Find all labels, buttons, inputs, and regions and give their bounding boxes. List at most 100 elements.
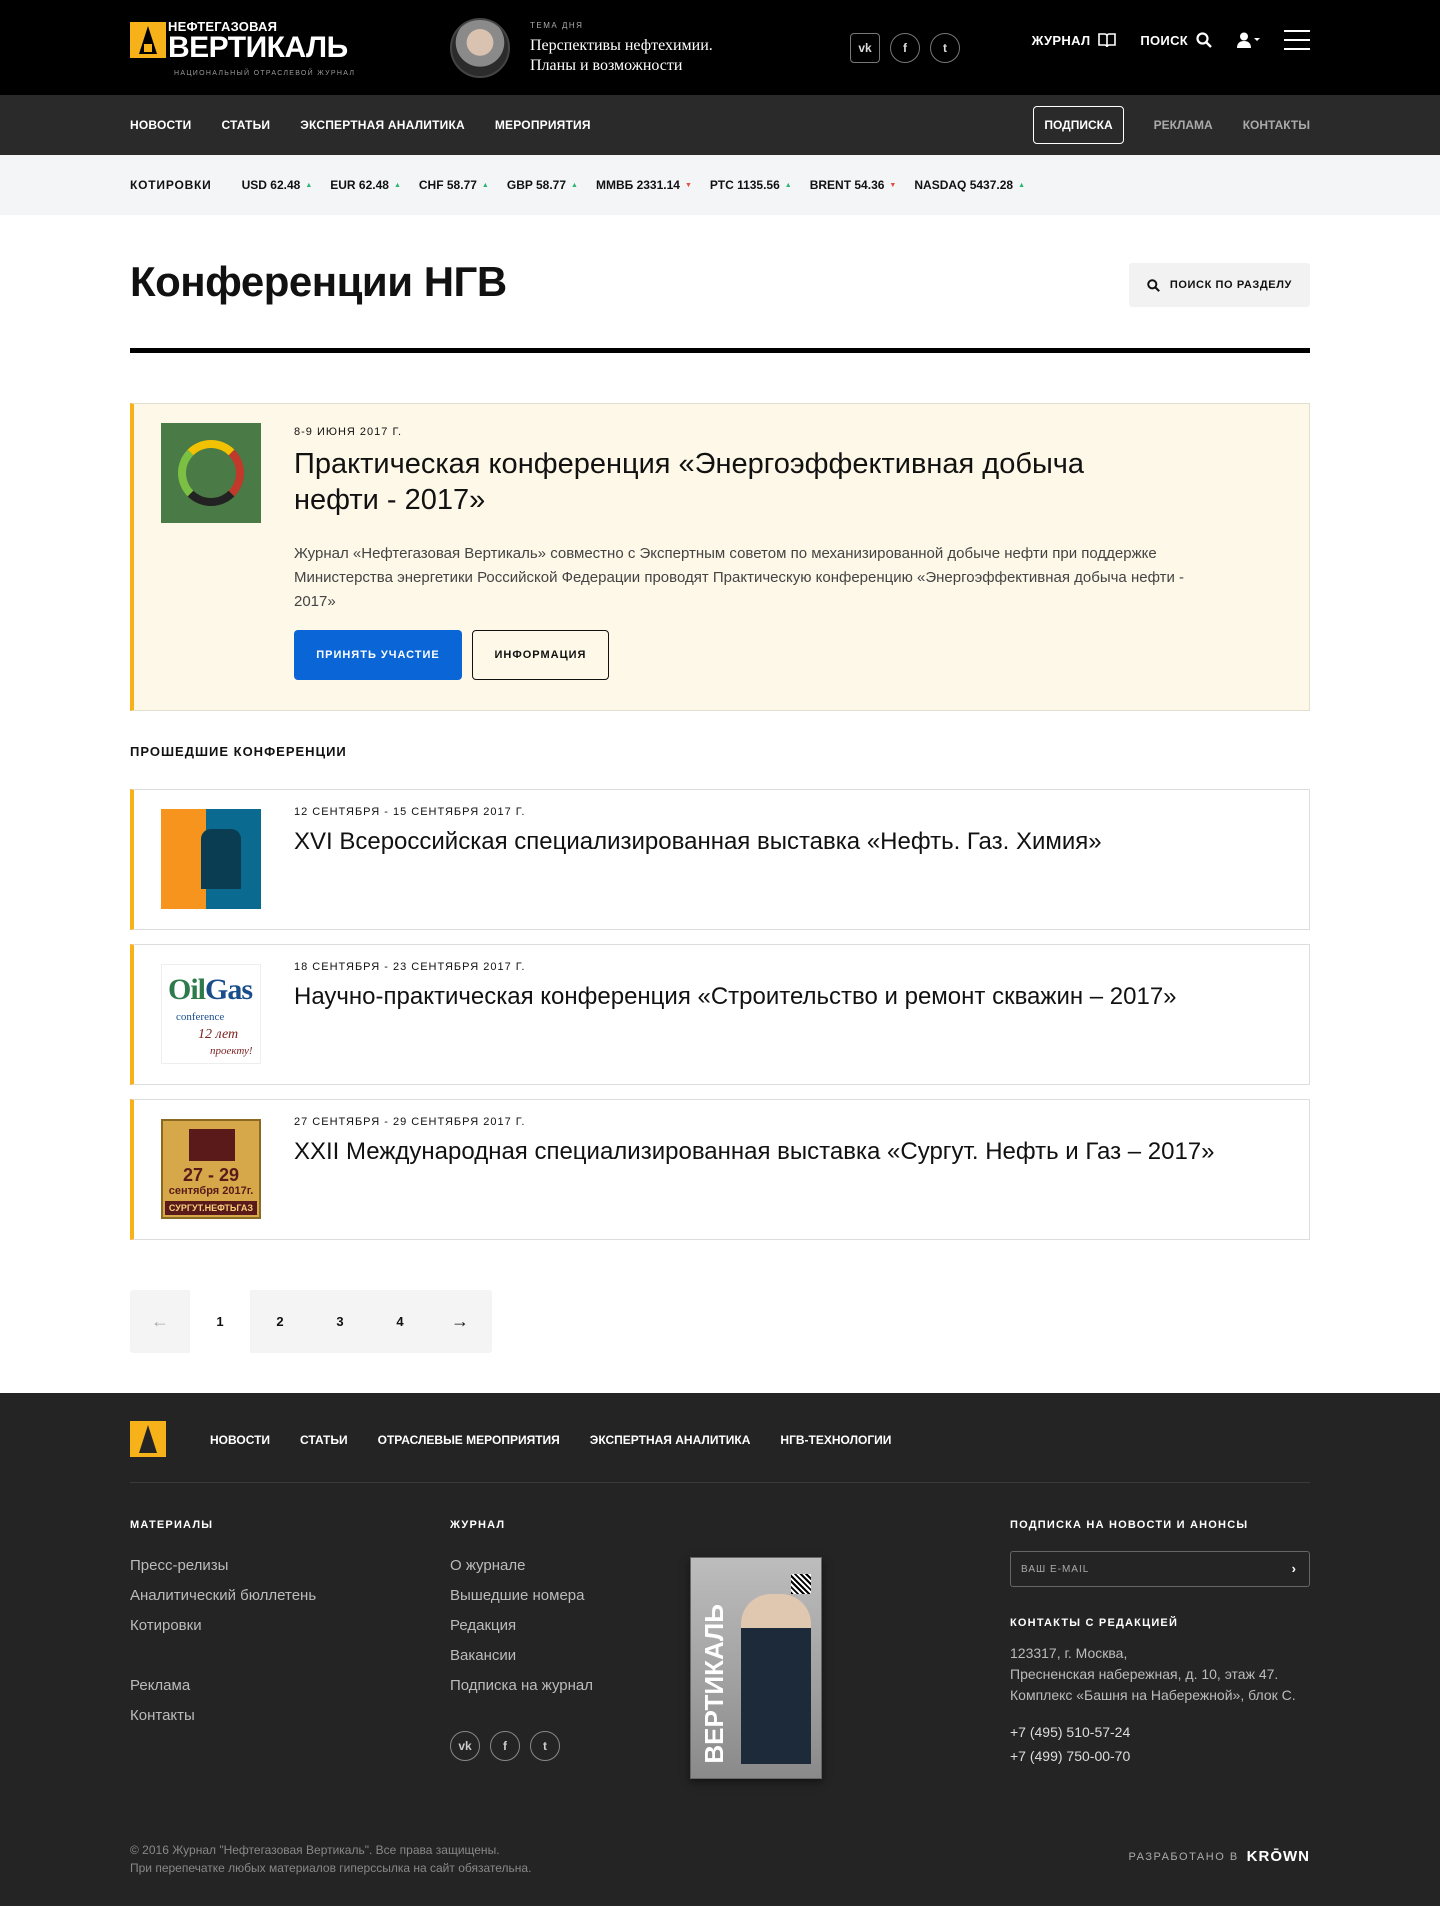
magazine-cover[interactable]: ВЕРТИКАЛЬ bbox=[690, 1557, 822, 1779]
footer-link-quotes[interactable]: Котировки bbox=[130, 1611, 316, 1641]
copyright-line: © 2016 Журнал "Нефтегазовая Вертикаль". … bbox=[130, 1843, 500, 1857]
footer-link-editorial[interactable]: Редакция bbox=[450, 1611, 593, 1641]
info-button[interactable]: ИНФОРМАЦИЯ bbox=[472, 630, 609, 680]
conference-title[interactable]: XVI Всероссийская специализированная выс… bbox=[294, 826, 1102, 858]
arrow-up-icon: ▲ bbox=[305, 181, 313, 189]
contacts-heading: КОНТАКТЫ С РЕДАКЦИЕЙ bbox=[1010, 1617, 1179, 1629]
list-item[interactable]: OilGas conference 12 лет проекту! 18 СЕН… bbox=[130, 944, 1310, 1085]
footer-link-bulletin[interactable]: Аналитический бюллетень bbox=[130, 1581, 316, 1611]
phone-number[interactable]: +7 (495) 510-57-24 bbox=[1010, 1720, 1310, 1744]
prev-page-button[interactable]: ← bbox=[130, 1290, 190, 1353]
quote-value: NASDAQ 5437.28 bbox=[914, 178, 1014, 192]
quote-value: EUR 62.48 bbox=[330, 178, 389, 192]
conference-date: 27 СЕНТЯБРЯ - 29 СЕНТЯБРЯ 2017 Г. bbox=[294, 1116, 526, 1128]
footer-link-issues[interactable]: Вышедшие номера bbox=[450, 1581, 593, 1611]
developer-credit[interactable]: РАЗРАБОТАНО В KRŌWN bbox=[1129, 1848, 1310, 1865]
search-label: ПОИСК bbox=[1140, 32, 1188, 48]
section-search-label: ПОИСК ПО РАЗДЕЛУ bbox=[1169, 279, 1292, 291]
list-item[interactable]: 27 - 29 сентября 2017г. СУРГУТ.НЕФТЬГАЗ … bbox=[130, 1099, 1310, 1240]
quote-value: USD 62.48 bbox=[241, 178, 301, 192]
quotes-label: КОТИРОВКИ bbox=[130, 178, 212, 192]
quote-item: EUR 62.48 ▲ bbox=[330, 178, 401, 192]
journal-label: ЖУРНАЛ bbox=[1031, 32, 1091, 48]
past-conferences-heading: ПРОШЕДШИЕ КОНФЕРЕНЦИИ bbox=[130, 744, 347, 759]
email-input[interactable]: ВАШ E-MAIL › bbox=[1010, 1551, 1310, 1587]
arrow-down-icon: ▼ bbox=[889, 181, 897, 189]
topic-of-day[interactable]: ТЕМА ДНЯ Перспективы нефтехимии. Планы и… bbox=[450, 18, 713, 78]
editorial-phones: +7 (495) 510-57-24 +7 (499) 750-00-70 bbox=[1010, 1720, 1310, 1768]
featured-conference: 8-9 ИЮНЯ 2017 Г. Практическая конференци… bbox=[130, 403, 1310, 711]
quote-value: BRENT 54.36 bbox=[809, 178, 885, 192]
footer-nav-tech[interactable]: НГВ-ТЕХНОЛОГИИ bbox=[780, 1433, 891, 1447]
footer-link-press[interactable]: Пресс-релизы bbox=[130, 1551, 316, 1581]
list-item[interactable]: 12 СЕНТЯБРЯ - 15 СЕНТЯБРЯ 2017 Г. XVI Вс… bbox=[130, 789, 1310, 930]
image-text-years: 12 лет bbox=[198, 1027, 239, 1042]
footer-link-ads[interactable]: Реклама bbox=[130, 1671, 316, 1701]
vk-icon[interactable]: vk bbox=[850, 33, 880, 63]
site-logo[interactable]: НЕФТЕГАЗОВАЯ ВЕРТИКАЛЬ bbox=[130, 20, 348, 64]
address-line: Пресненская набережная, д. 10, этаж 47. bbox=[1010, 1666, 1279, 1682]
section-search-button[interactable]: ПОИСК ПО РАЗДЕЛУ bbox=[1128, 263, 1310, 307]
search-icon bbox=[1147, 278, 1160, 292]
editorial-address: 123317, г. Москва, Пресненская набережна… bbox=[1010, 1643, 1310, 1706]
nav-articles[interactable]: СТАТЬИ bbox=[221, 118, 270, 132]
conference-date: 18 СЕНТЯБРЯ - 23 СЕНТЯБРЯ 2017 Г. bbox=[294, 961, 526, 973]
facebook-icon[interactable]: f bbox=[490, 1731, 520, 1761]
twitter-icon[interactable]: t bbox=[930, 33, 960, 63]
search-link[interactable]: ПОИСК bbox=[1140, 32, 1212, 48]
phone-number[interactable]: +7 (499) 750-00-70 bbox=[1010, 1744, 1310, 1768]
pagination: ← 1 2 3 4 → bbox=[130, 1290, 492, 1353]
footer-link-vacancies[interactable]: Вакансии bbox=[450, 1641, 593, 1671]
featured-title[interactable]: Практическая конференция «Энергоэффектив… bbox=[294, 446, 1134, 518]
quote-item: GBP 58.77 ▲ bbox=[507, 178, 578, 192]
page-2[interactable]: 2 bbox=[250, 1290, 310, 1353]
search-icon bbox=[1196, 32, 1212, 48]
footer-link-subscribe[interactable]: Подписка на журнал bbox=[450, 1671, 593, 1701]
twitter-icon[interactable]: t bbox=[530, 1731, 560, 1761]
user-menu[interactable] bbox=[1236, 32, 1260, 48]
menu-icon[interactable] bbox=[1284, 30, 1310, 50]
footer-nav-analytics[interactable]: ЭКСПЕРТНАЯ АНАЛИТИКА bbox=[590, 1433, 751, 1447]
nav-events[interactable]: МЕРОПРИЯТИЯ bbox=[495, 118, 591, 132]
page-1[interactable]: 1 bbox=[190, 1290, 250, 1353]
footer-link-about[interactable]: О журнале bbox=[450, 1551, 593, 1581]
logo-main-text: ВЕРТИКАЛЬ bbox=[168, 31, 348, 64]
conference-image bbox=[161, 809, 261, 909]
header-socials: vk f t bbox=[850, 33, 960, 63]
main-nav: НОВОСТИ СТАТЬИ ЭКСПЕРТНАЯ АНАЛИТИКА МЕРО… bbox=[0, 95, 1440, 155]
nav-ads[interactable]: РЕКЛАМА bbox=[1154, 118, 1213, 132]
page-3[interactable]: 3 bbox=[310, 1290, 370, 1353]
next-page-button[interactable]: → bbox=[430, 1290, 490, 1353]
copyright: © 2016 Журнал "Нефтегазовая Вертикаль". … bbox=[130, 1841, 531, 1877]
journal-link[interactable]: ЖУРНАЛ bbox=[1032, 32, 1117, 48]
participate-button[interactable]: ПРИНЯТЬ УЧАСТИЕ bbox=[294, 630, 462, 680]
conference-title[interactable]: Научно-практическая конференция «Строите… bbox=[294, 981, 1177, 1013]
nav-analytics[interactable]: ЭКСПЕРТНАЯ АНАЛИТИКА bbox=[300, 118, 465, 132]
nav-contacts[interactable]: КОНТАКТЫ bbox=[1243, 118, 1310, 132]
footer-nav-events[interactable]: ОТРАСЛЕВЫЕ МЕРОПРИЯТИЯ bbox=[378, 1433, 560, 1447]
qr-code-icon bbox=[791, 1574, 811, 1594]
conference-title[interactable]: XXII Международная специализированная вы… bbox=[294, 1136, 1215, 1168]
vk-icon[interactable]: vk bbox=[450, 1731, 480, 1761]
page-4[interactable]: 4 bbox=[370, 1290, 430, 1353]
subscribe-button[interactable]: ПОДПИСКА bbox=[1033, 106, 1124, 144]
footer-journal: ЖУРНАЛ О журнале Вышедшие номера Редакци… bbox=[450, 1519, 593, 1761]
chevron-right-icon[interactable]: › bbox=[1292, 1561, 1297, 1576]
footer-nav-news[interactable]: НОВОСТИ bbox=[210, 1433, 270, 1447]
header-tools: ЖУРНАЛ ПОИСК bbox=[1032, 30, 1310, 50]
footer-link-contacts[interactable]: Контакты bbox=[130, 1701, 316, 1731]
quote-item: BRENT 54.36 ▼ bbox=[810, 178, 897, 192]
main-content: Конференции НГВ ПОИСК ПО РАЗДЕЛУ 8-9 ИЮН… bbox=[130, 253, 1310, 1353]
page-header: Конференции НГВ ПОИСК ПО РАЗДЕЛУ bbox=[130, 253, 1310, 353]
footer-nav-articles[interactable]: СТАТЬИ bbox=[300, 1433, 348, 1447]
facebook-icon[interactable]: f bbox=[890, 33, 920, 63]
arrow-up-icon: ▲ bbox=[784, 181, 792, 189]
nav-news[interactable]: НОВОСТИ bbox=[130, 118, 191, 132]
footer: НОВОСТИ СТАТЬИ ОТРАСЛЕВЫЕ МЕРОПРИЯТИЯ ЭК… bbox=[0, 1393, 1440, 1906]
arrow-up-icon: ▲ bbox=[571, 181, 578, 189]
image-text-days: 27 - 29 bbox=[182, 1165, 240, 1185]
footer-logo-icon[interactable] bbox=[130, 1421, 166, 1457]
image-text-oil: Oil bbox=[168, 973, 206, 1006]
materials-heading: МАТЕРИАЛЫ bbox=[130, 1519, 214, 1531]
image-text-gas: Gas bbox=[205, 973, 253, 1006]
